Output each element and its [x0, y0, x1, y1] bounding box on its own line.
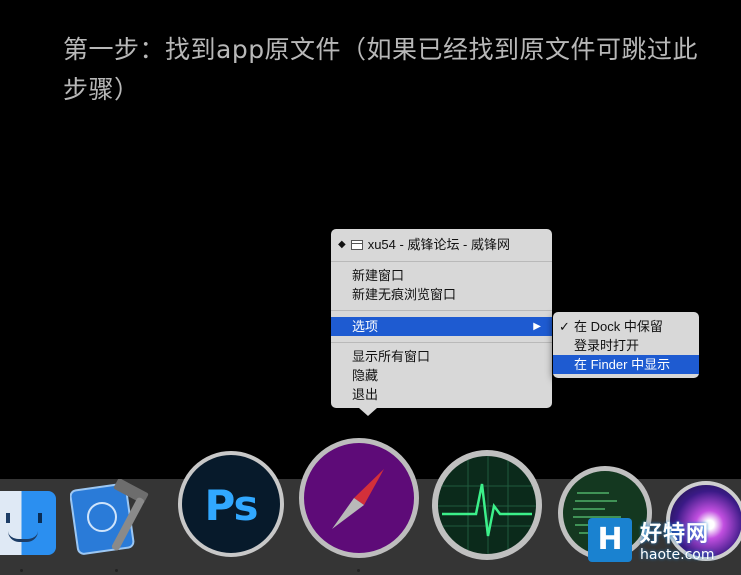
- finder-eye: [38, 513, 42, 523]
- running-indicator: [20, 569, 23, 572]
- window-icon: [350, 239, 363, 250]
- menu-item-quit[interactable]: 退出: [331, 385, 552, 404]
- xcode-icon[interactable]: [69, 478, 160, 559]
- menu-window-title-item[interactable]: ◆ xu54 - 威锋论坛 - 威锋网: [331, 235, 552, 254]
- menu-item-hide[interactable]: 隐藏: [331, 366, 552, 385]
- menu-item-new-private-window[interactable]: 新建无痕浏览窗口: [331, 285, 552, 304]
- window-title-label: xu54 - 威锋论坛 - 威锋网: [367, 237, 510, 252]
- submenu-item-keep-in-dock[interactable]: ✓ 在 Dock 中保留: [553, 317, 699, 336]
- finder-icon[interactable]: [0, 491, 56, 555]
- submenu-item-open-at-login[interactable]: 登录时打开: [553, 336, 699, 355]
- site-watermark: H 好特网 haote.com: [588, 516, 741, 575]
- submenu-item-label: 在 Dock 中保留: [574, 319, 663, 334]
- safari-icon[interactable]: [299, 438, 419, 558]
- menu-item-show-all-windows[interactable]: 显示所有窗口: [331, 347, 552, 366]
- watermark-logo-icon: H: [588, 518, 632, 562]
- menu-item-new-window[interactable]: 新建窗口: [331, 266, 552, 285]
- watermark-url: haote.com: [640, 547, 715, 563]
- photoshop-icon[interactable]: Ps: [178, 451, 284, 557]
- running-indicator: [357, 569, 360, 572]
- running-indicator: [115, 569, 118, 572]
- submenu-item-show-in-finder[interactable]: 在 Finder 中显示: [553, 355, 699, 374]
- submenu-arrow-icon: ▶: [533, 321, 541, 332]
- finder-eye: [6, 513, 10, 523]
- options-submenu: ✓ 在 Dock 中保留 登录时打开 在 Finder 中显示: [553, 312, 699, 378]
- menu-item-options-label: 选项: [352, 319, 379, 334]
- finder-smile: [8, 531, 38, 542]
- menu-item-options[interactable]: 选项 ▶: [331, 317, 552, 336]
- activity-monitor-icon[interactable]: [432, 450, 542, 560]
- dock-context-menu: ◆ xu54 - 威锋论坛 - 威锋网 新建窗口 新建无痕浏览窗口 选项 ▶ 显…: [331, 229, 552, 416]
- menu-separator: [331, 342, 552, 343]
- photoshop-label: Ps: [204, 481, 258, 530]
- watermark-site-name: 好特网: [640, 522, 710, 547]
- menu-separator: [331, 310, 552, 311]
- menu-separator: [331, 261, 552, 262]
- diamond-icon: ◆: [338, 239, 346, 250]
- checkmark-icon: ✓: [559, 319, 570, 334]
- tutorial-heading: 第一步：找到app原文件（如果已经找到原文件可跳过此步骤）: [63, 35, 699, 104]
